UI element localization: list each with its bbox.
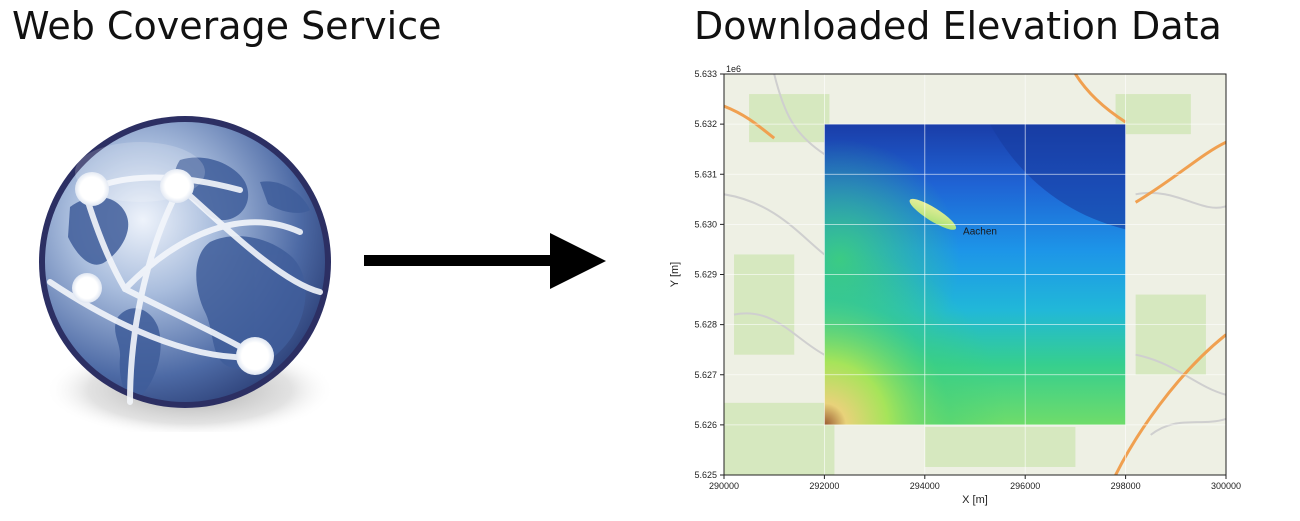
arrow-head (550, 233, 606, 289)
network-node (236, 337, 274, 375)
globe-network-icon (30, 112, 340, 438)
basemap-green-area (724, 402, 835, 475)
elevation-map-chart: 290000 292000 294000 296000 298000 300000 5.62… (660, 60, 1260, 515)
y-tick-label: 5.625 (694, 470, 717, 480)
right-arrow-icon (360, 225, 615, 297)
elevation-map-svg: 290000 292000 294000 296000 298000 300000 5.62… (669, 64, 1241, 506)
arrow-shaft (364, 255, 554, 266)
y-offset-label: 1e6 (726, 64, 741, 74)
y-tick-label: 5.627 (694, 370, 717, 380)
annotations: Aachen (963, 226, 997, 237)
city-label: Aachen (963, 226, 997, 237)
globe-highlight (75, 142, 205, 202)
wcs-title: Web Coverage Service (12, 4, 442, 48)
x-tick-label: 290000 (709, 481, 739, 491)
network-node (72, 273, 102, 303)
y-tick-label: 5.633 (694, 69, 717, 79)
y-axis-label: Y [m] (669, 262, 681, 287)
y-tick-label: 5.628 (694, 320, 717, 330)
y-tick-label: 5.632 (694, 119, 717, 129)
x-tick-label: 300000 (1211, 481, 1241, 491)
x-tick-label: 296000 (1010, 481, 1040, 491)
x-tick-label: 298000 (1111, 481, 1141, 491)
x-axis-label: X [m] (962, 494, 988, 506)
basemap-green-area (1115, 94, 1191, 135)
x-tick-label: 294000 (910, 481, 940, 491)
basemap-green-area (924, 426, 1076, 467)
y-tick-label: 5.631 (694, 169, 717, 179)
basemap-green-area (734, 254, 795, 355)
x-tick-label: 292000 (809, 481, 839, 491)
y-tick-label: 5.626 (694, 420, 717, 430)
elevation-title: Downloaded Elevation Data (694, 4, 1222, 48)
y-tick-label: 5.630 (694, 219, 717, 229)
y-tick-label: 5.629 (694, 270, 717, 280)
